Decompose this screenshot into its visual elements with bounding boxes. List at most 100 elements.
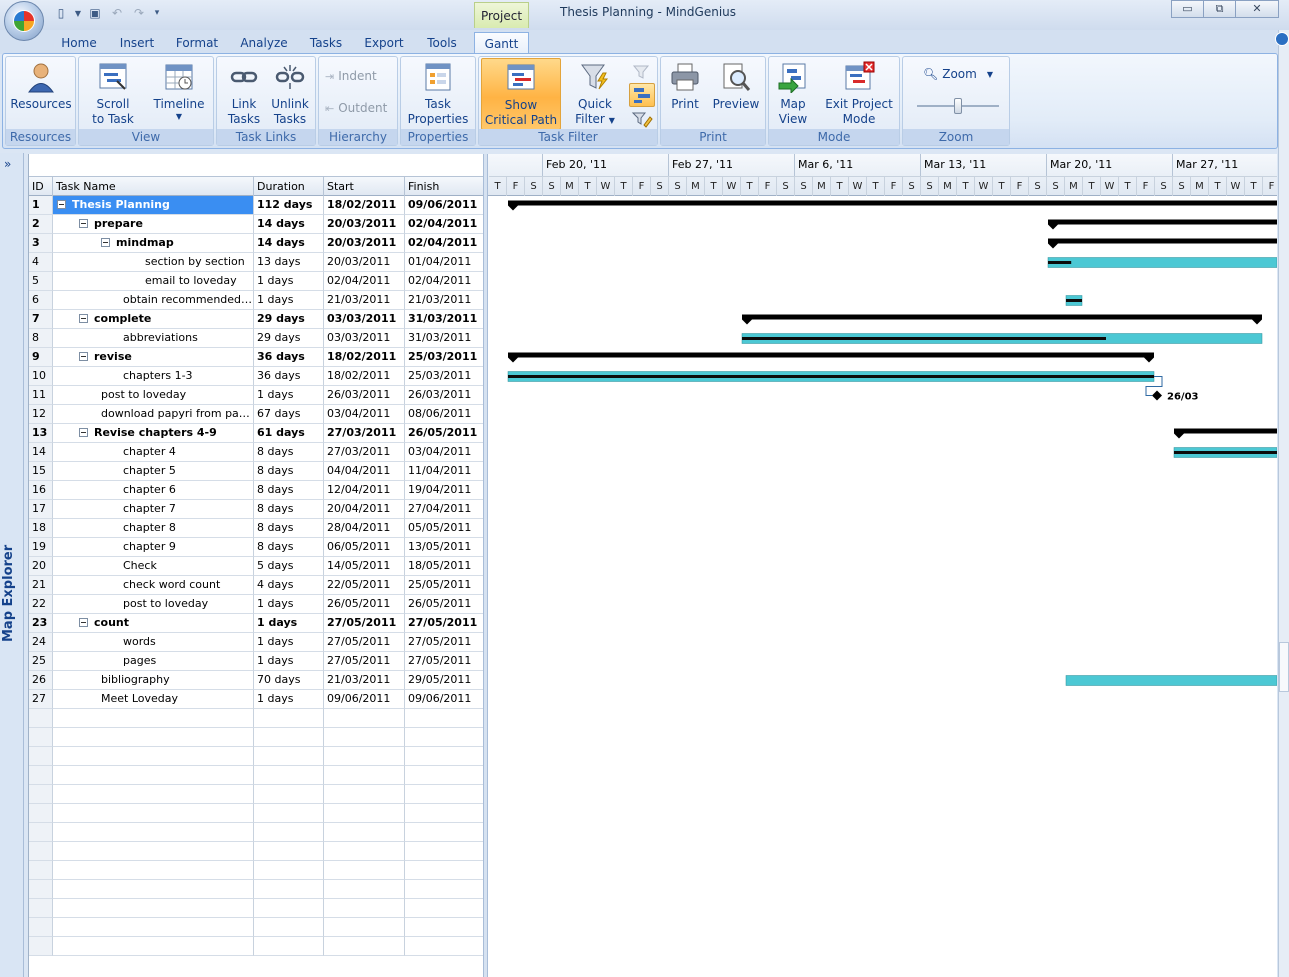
cell-finish[interactable]: 27/05/2011 [405,614,484,633]
indent-button[interactable]: ⇥ Indent [325,69,377,83]
tab-export[interactable]: Export [360,32,408,54]
cell-finish[interactable]: 05/05/2011 [405,519,484,538]
summary-start-marker[interactable] [1048,224,1058,230]
cell-start[interactable]: 03/04/2011 [324,405,405,424]
summary-bar[interactable] [1048,238,1277,244]
scrollbar-thumb[interactable] [1279,642,1289,692]
cell-duration[interactable]: 8 days [254,443,324,462]
cell-finish[interactable]: 25/03/2011 [405,367,484,386]
cell-name[interactable]: pages [53,652,254,671]
table-row[interactable]: 2 prepare 14 days 20/03/2011 02/04/2011 [29,215,484,234]
cell-name[interactable]: revise [53,348,254,367]
milestone-label[interactable]: 26/03 [1167,392,1199,403]
filter-toggle-button[interactable] [629,83,655,107]
cell-start[interactable]: 27/03/2011 [324,443,405,462]
cell-id[interactable]: 1 [29,196,53,215]
cell-duration[interactable]: 1 days [254,614,324,633]
preview-button[interactable]: Preview [711,61,761,112]
summary-bar[interactable] [1174,428,1277,434]
cell-duration[interactable]: 1 days [254,272,324,291]
cell-duration[interactable]: 112 days [254,196,324,215]
table-row[interactable]: 21 check word count 4 days 22/05/2011 25/05/… [29,576,484,595]
cell-start[interactable]: 21/03/2011 [324,671,405,690]
restore-button[interactable]: ⧉ [1203,0,1236,18]
summary-end-marker[interactable] [1252,319,1262,325]
table-row[interactable]: 5 email to loveday 1 days 02/04/2011 02/04/2… [29,272,484,291]
summary-start-marker[interactable] [508,357,518,363]
table-row[interactable]: 15 chapter 5 8 days 04/04/2011 11/04/2011 [29,462,484,481]
tab-gantt[interactable]: Gantt [474,32,529,54]
help-icon[interactable] [1275,32,1289,46]
application-menu-button[interactable] [4,1,44,41]
cell-start[interactable]: 20/04/2011 [324,500,405,519]
cell-name[interactable]: obtain recommended boo... [53,291,254,310]
map-view-button[interactable]: Map View [773,61,813,127]
cell-id[interactable]: 22 [29,595,53,614]
dropdown-arrow-icon[interactable]: ▼ [74,5,82,21]
cell-finish[interactable]: 25/03/2011 [405,348,484,367]
cell-start[interactable]: 20/03/2011 [324,234,405,253]
cell-id[interactable]: 11 [29,386,53,405]
cell-start[interactable]: 03/03/2011 [324,329,405,348]
close-button[interactable]: ✕ [1235,0,1279,18]
cell-name[interactable]: mindmap [53,234,254,253]
table-row[interactable]: 1 Thesis Planning 112 days 18/02/2011 09/06/… [29,196,484,215]
cell-start[interactable]: 03/03/2011 [324,310,405,329]
cell-name[interactable]: Check [53,557,254,576]
cell-id[interactable]: 27 [29,690,53,709]
cell-duration[interactable]: 5 days [254,557,324,576]
customize-toolbar-icon[interactable]: ▾ [152,5,162,21]
cell-finish[interactable]: 09/06/2011 [405,196,484,215]
cell-duration[interactable]: 36 days [254,348,324,367]
cell-id[interactable]: 19 [29,538,53,557]
summary-bar[interactable] [508,352,1154,358]
expand-sidebar-icon[interactable]: » [4,157,11,171]
task-bar[interactable] [1047,257,1277,268]
cell-id[interactable]: 12 [29,405,53,424]
cell-id[interactable]: 10 [29,367,53,386]
cell-finish[interactable]: 09/06/2011 [405,690,484,709]
vertical-scrollbar[interactable] [1275,30,1289,977]
collapse-icon[interactable] [79,428,88,437]
table-row[interactable]: 9 revise 36 days 18/02/2011 25/03/2011 [29,348,484,367]
collapse-icon[interactable] [101,238,110,247]
cell-id[interactable]: 3 [29,234,53,253]
cell-finish[interactable]: 08/06/2011 [405,405,484,424]
cell-id[interactable]: 9 [29,348,53,367]
column-header-start[interactable]: Start [324,177,405,196]
unlink-tasks-button[interactable]: Unlink Tasks [267,61,313,127]
cell-duration[interactable]: 1 days [254,690,324,709]
collapse-icon[interactable] [79,219,88,228]
cell-duration[interactable]: 61 days [254,424,324,443]
table-row[interactable]: 26 bibliography 70 days 21/03/2011 29/05/201… [29,671,484,690]
column-header-finish[interactable]: Finish [405,177,484,196]
cell-duration[interactable]: 1 days [254,291,324,310]
task-bar[interactable] [1065,675,1277,686]
cell-finish[interactable]: 11/04/2011 [405,462,484,481]
cell-finish[interactable]: 19/04/2011 [405,481,484,500]
cell-name[interactable]: section by section [53,253,254,272]
cell-name[interactable]: words [53,633,254,652]
column-header-duration[interactable]: Duration [254,177,324,196]
cell-duration[interactable]: 1 days [254,652,324,671]
cell-duration[interactable]: 8 days [254,500,324,519]
cell-start[interactable]: 21/03/2011 [324,291,405,310]
cell-start[interactable]: 06/05/2011 [324,538,405,557]
milestone-marker[interactable] [1152,390,1162,401]
tab-tasks[interactable]: Tasks [304,32,348,54]
cell-duration[interactable]: 1 days [254,595,324,614]
cell-name[interactable]: post to loveday [53,386,254,405]
cell-finish[interactable]: 21/03/2011 [405,291,484,310]
table-row[interactable]: 4 section by section 13 days 20/03/2011 01/0… [29,253,484,272]
cell-id[interactable]: 8 [29,329,53,348]
cell-name[interactable]: prepare [53,215,254,234]
table-row[interactable]: 25 pages 1 days 27/05/2011 27/05/2011 [29,652,484,671]
collapse-icon[interactable] [79,352,88,361]
summary-start-marker[interactable] [1048,243,1058,249]
tab-tools[interactable]: Tools [420,32,464,54]
cell-duration[interactable]: 36 days [254,367,324,386]
cell-name[interactable]: complete [53,310,254,329]
cell-finish[interactable]: 02/04/2011 [405,234,484,253]
cell-finish[interactable]: 13/05/2011 [405,538,484,557]
table-row[interactable]: 12 download papyri from papyri... 67 days 0… [29,405,484,424]
